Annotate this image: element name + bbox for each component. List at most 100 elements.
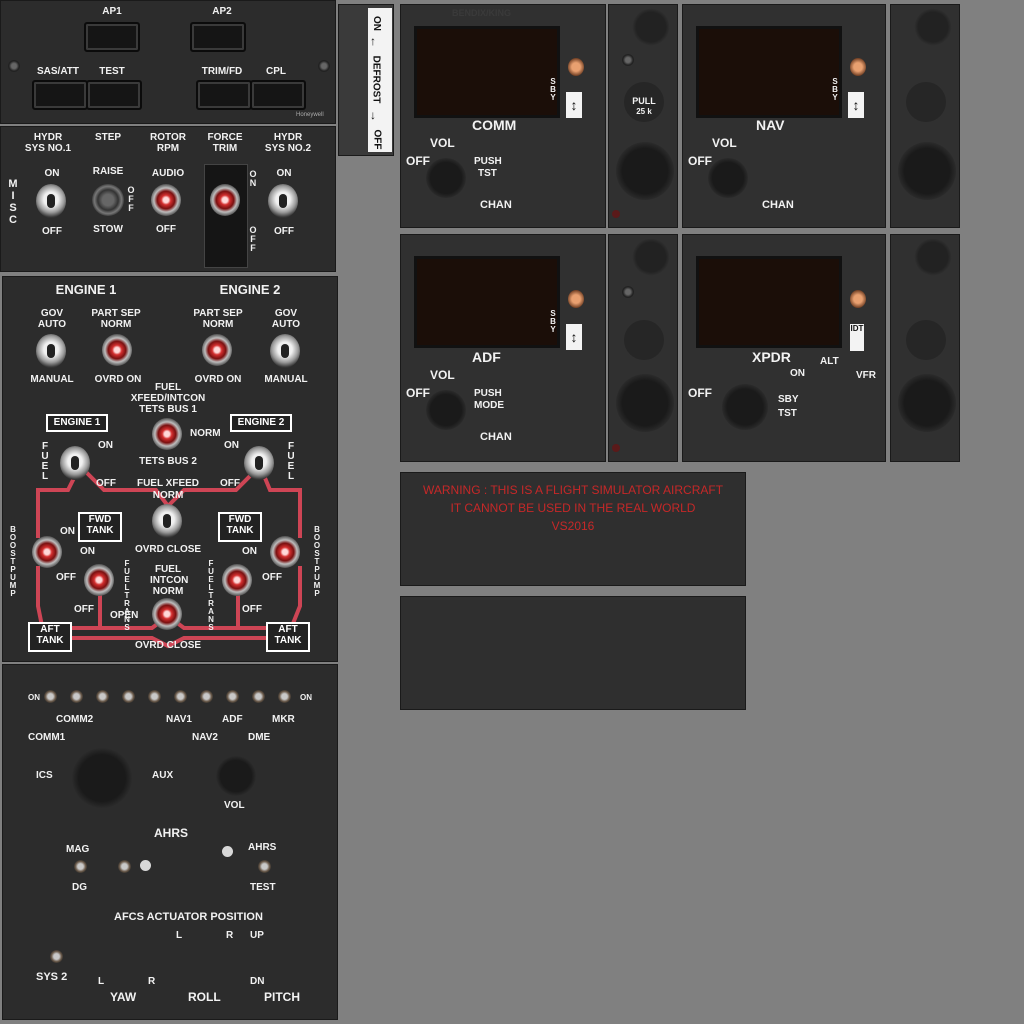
boost-pump-2-switch[interactable] [270,536,300,568]
sas-att-button[interactable] [32,80,88,110]
rotor-rpm-audio-switch[interactable] [151,184,181,216]
rotor-rpm-label: ROTOR RPM [150,132,186,154]
adf-indicator-light [612,444,620,452]
tets-norm-label: NORM [190,428,221,439]
xpdr-knob-panel [890,234,960,462]
comm-tst-label: TST [478,168,497,179]
comm-flip-button-light[interactable] [568,58,584,76]
cpl-label: CPL [266,66,286,77]
cpl-button[interactable] [250,80,306,110]
test-button[interactable] [86,80,142,110]
step-switch[interactable] [92,184,124,216]
gov-auto-1-label: GOV AUTO [37,308,67,330]
xpdr-code-knob[interactable] [898,374,956,432]
comm-name: COMM [472,117,517,133]
trim-fd-button[interactable] [196,80,252,110]
comm1-label: COMM1 [28,732,66,743]
adf-flip-button-light[interactable] [568,290,584,308]
audio-selector-led[interactable] [96,690,109,703]
nav-dim-knob[interactable] [914,8,952,46]
mag-dg-switch[interactable] [74,860,87,873]
adf-dim-knob[interactable] [632,238,670,276]
engine2-title: ENGINE 2 [219,282,281,297]
fuel-trans-1-switch[interactable] [84,564,114,596]
test-label: TEST [99,66,125,77]
fuel-xfeed-ovrd-label: OVRD CLOSE [134,544,202,555]
comm-vol-label: VOL [430,136,455,150]
adf-freq-knob[interactable] [616,374,674,432]
tets-bus-switch[interactable] [152,418,182,450]
adf-swap-icon[interactable]: ↕ [566,324,582,350]
misc-panel: MISC HYDR SYS NO.1 STEP ROTOR RPM FORCE … [0,126,336,272]
audio-selector-led[interactable] [278,690,291,703]
ahrs-test-button[interactable] [258,860,271,873]
ap1-label: AP1 [102,6,122,17]
boost-pump-1-switch[interactable] [32,536,62,568]
defrost-on-label: ON [371,16,382,31]
comm-freq-knob[interactable] [616,142,674,200]
part-sep-1-switch[interactable] [102,334,132,366]
adf-mode-knob[interactable] [624,320,664,360]
audio-selector-led[interactable] [148,690,161,703]
afcs-up-label: UP [250,930,264,941]
afcs-r-label: R [226,930,234,941]
xpdr-mode-knob[interactable] [722,384,768,430]
fuel-1-toggle[interactable] [60,446,90,480]
ap2-button[interactable] [190,22,246,52]
hydr1-toggle[interactable] [36,184,66,218]
fuel-intcon-switch[interactable] [152,598,182,630]
adf-sby-label: SBY [550,309,556,334]
gov-auto-1-toggle[interactable] [36,334,66,368]
sas-att-label: SAS/ATT [36,66,80,77]
force-trim-switch[interactable] [210,184,240,216]
audio-selector-knob[interactable] [72,748,132,808]
audio-ahrs-panel: ON ON COMM2 NAV1 ADF MKR COMM1 NAV2 DME … [2,664,338,1020]
fuel-trans-2-switch[interactable] [222,564,252,596]
pull-freq-label: 25 k [636,107,652,116]
honeywell-logo: Honeywell [296,112,324,118]
roll-label: ROLL [188,990,221,1004]
engine1-box: ENGINE 1 [46,414,108,432]
fuel-trans-2-off: OFF [242,604,262,615]
fuel-xfeed-toggle[interactable] [152,504,182,538]
audio-selector-led[interactable] [174,690,187,703]
misc-title: MISC [8,178,18,226]
xpdr-dim-knob[interactable] [914,238,952,276]
comm-volume-knob[interactable] [426,158,466,198]
audio-selector-led[interactable] [44,690,57,703]
adf-knob-panel [608,234,678,462]
comm-dim-knob[interactable] [632,8,670,46]
fuel-2-toggle[interactable] [244,446,274,480]
audio-selector-led[interactable] [70,690,83,703]
ahrs-indicator-light [140,860,151,871]
hydr1-off-label: OFF [42,226,62,237]
nav-swap-icon[interactable]: ↕ [848,92,864,118]
hydr2-on-label: ON [276,168,292,179]
nav-volume-knob[interactable] [708,158,748,198]
audio-selector-led[interactable] [252,690,265,703]
mag-label: MAG [66,844,90,855]
audio-volume-knob[interactable] [216,756,256,796]
comm-radio: BENDIX/KING SBY ↕ COMM VOL OFF PUSH TST … [400,4,606,228]
manual-1-label: MANUAL [30,374,74,385]
hydr2-label: HYDR SYS NO.2 [264,132,312,154]
gov-auto-2-toggle[interactable] [270,334,300,368]
ahrs-slew-knob[interactable] [118,860,131,873]
xpdr-inner-knob[interactable] [906,320,946,360]
nav-freq-knob[interactable] [898,142,956,200]
audio-selector-led[interactable] [200,690,213,703]
part-sep-2-switch[interactable] [202,334,232,366]
audio-selector-led[interactable] [226,690,239,703]
nav-ident-knob[interactable] [906,82,946,122]
comm-swap-icon[interactable]: ↕ [566,92,582,118]
aft-tank-2: AFT TANK [266,622,310,652]
audio-selector-led[interactable] [122,690,135,703]
ap1-button[interactable] [84,22,140,52]
xpdr-idt-button[interactable]: IDT [850,324,864,351]
fuel-xfeed-norm-label: NORM [152,490,184,501]
comm-brand: BENDIX/KING [452,8,512,18]
hydr2-toggle[interactable] [268,184,298,218]
sys2-button[interactable] [50,950,63,963]
adf-volume-knob[interactable] [426,390,466,430]
nav-flip-button-light[interactable] [850,58,866,76]
